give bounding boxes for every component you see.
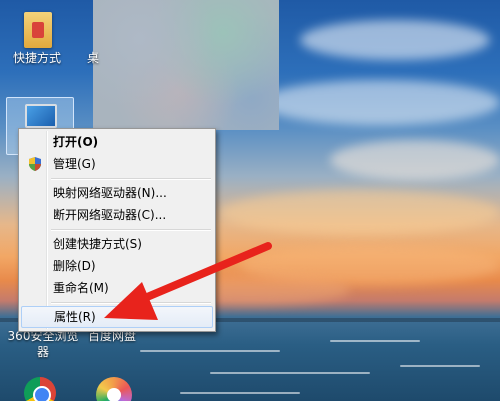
- browser-label[interactable]: 360安全浏览 器: [3, 328, 83, 360]
- menu-separator: [21, 226, 213, 233]
- context-menu: 打开(O) 管理(G) 映射网络驱动器(N)... 断开网络驱动器(C)... …: [18, 128, 216, 332]
- menu-item-map-network-drive[interactable]: 映射网络驱动器(N)...: [21, 182, 213, 204]
- desktop-shortcut[interactable]: 快捷方式: [4, 4, 70, 68]
- blurred-region: [93, 0, 279, 130]
- menu-item-delete[interactable]: 删除(D): [21, 255, 213, 277]
- folder-shortcut-icon: [24, 12, 52, 48]
- menu-item-manage[interactable]: 管理(G): [21, 153, 213, 175]
- menu-separator: [21, 299, 213, 306]
- menu-item-create-shortcut[interactable]: 创建快捷方式(S): [21, 233, 213, 255]
- partial-icon-label: 桌: [86, 51, 99, 65]
- chrome-icon[interactable]: [24, 377, 56, 401]
- shortcut-label: 快捷方式: [12, 51, 61, 65]
- menu-item-disconnect-network-drive[interactable]: 断开网络驱动器(C)...: [21, 204, 213, 226]
- shield-icon: [29, 157, 41, 171]
- menu-item-rename[interactable]: 重命名(M): [21, 277, 213, 299]
- menu-separator: [21, 175, 213, 182]
- computer-icon: [25, 104, 57, 128]
- menu-item-open[interactable]: 打开(O): [21, 131, 213, 153]
- menu-item-properties[interactable]: 属性(R): [21, 306, 213, 328]
